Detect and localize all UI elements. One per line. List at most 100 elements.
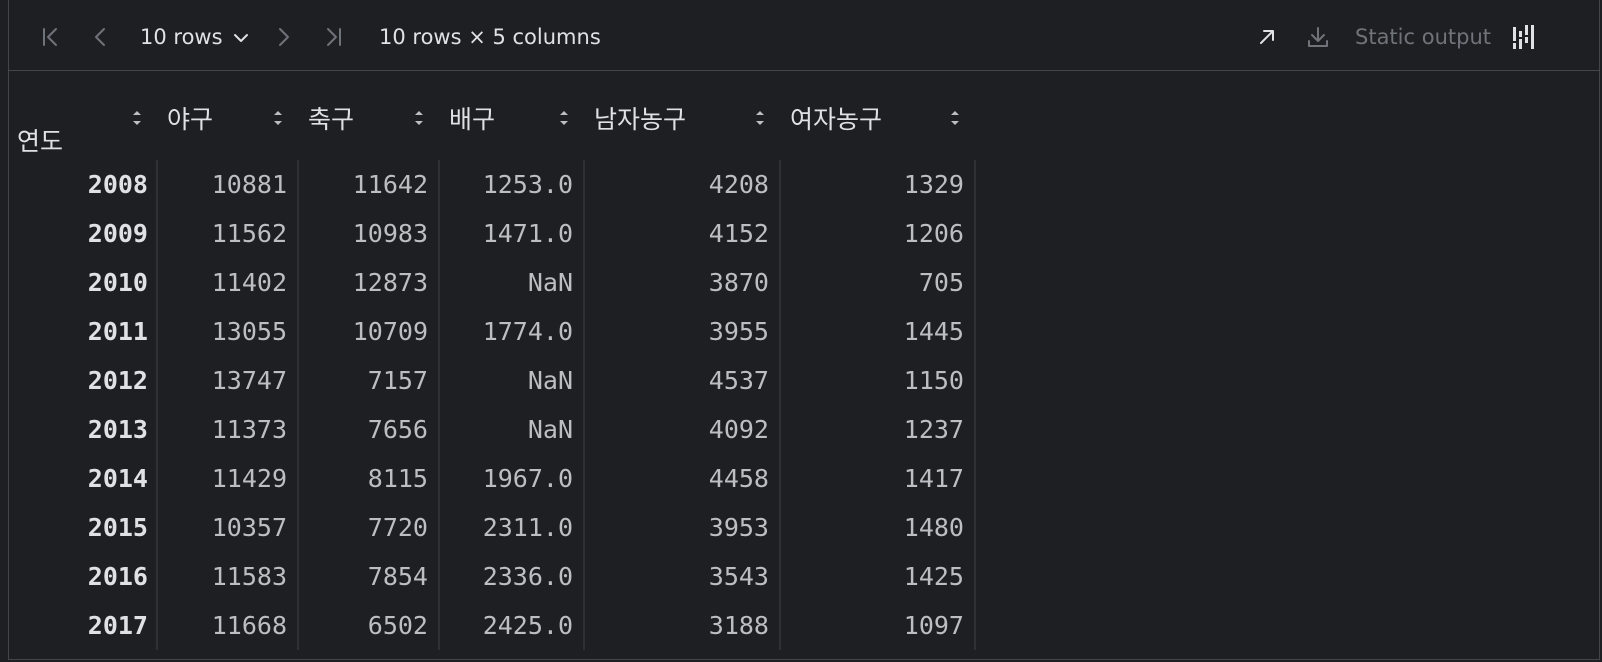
table-row: 2009 11562 10983 1471.0 4152 1206 xyxy=(17,209,976,258)
static-output-label: Static output xyxy=(1355,25,1491,49)
table-cell: 10357 xyxy=(157,503,299,552)
table-cell: 1253.0 xyxy=(439,160,585,209)
table-row: 2012 13747 7157 NaN 4537 1150 xyxy=(17,356,976,405)
column-header-label: 배구 xyxy=(449,105,496,134)
column-chart-icon[interactable] xyxy=(1508,22,1538,52)
table-cell: 11429 xyxy=(157,454,299,503)
table-cell: 7854 xyxy=(298,552,440,601)
table-cell: 2425.0 xyxy=(439,601,585,650)
sort-icon[interactable] xyxy=(949,107,961,129)
column-header-label: 남자농구 xyxy=(594,105,687,134)
next-page-icon[interactable] xyxy=(268,22,298,52)
table-cell: 705 xyxy=(780,258,976,307)
sort-icon[interactable] xyxy=(413,107,425,129)
column-header-label: 야구 xyxy=(167,105,214,134)
table-cell: 1425 xyxy=(780,552,976,601)
table-cell: 1150 xyxy=(780,356,976,405)
table-cell: 1774.0 xyxy=(439,307,585,356)
table-cell: 11402 xyxy=(157,258,299,307)
table-cell: 11562 xyxy=(157,209,299,258)
row-index: 2009 xyxy=(17,209,158,258)
table-cell: 1471.0 xyxy=(439,209,585,258)
rows-per-page-select[interactable]: 10 rows xyxy=(140,22,249,52)
table-cell: NaN xyxy=(439,405,585,454)
dataframe-viewer: 10 rows 10 rows × 5 columns Static outpu… xyxy=(8,0,1600,660)
table-cell: NaN xyxy=(439,356,585,405)
sort-icon[interactable] xyxy=(754,107,766,129)
table-cell: NaN xyxy=(439,258,585,307)
table-cell: 3188 xyxy=(584,601,781,650)
download-icon[interactable] xyxy=(1303,22,1333,52)
table-cell: 2311.0 xyxy=(439,503,585,552)
first-page-icon[interactable] xyxy=(36,22,66,52)
table-cell: 12873 xyxy=(298,258,440,307)
table-row: 2016 11583 7854 2336.0 3543 1425 xyxy=(17,552,976,601)
table-cell: 13055 xyxy=(157,307,299,356)
table-cell: 1480 xyxy=(780,503,976,552)
table-cell: 3543 xyxy=(584,552,781,601)
column-header[interactable]: 축구 xyxy=(298,82,439,160)
rows-per-page-label: 10 rows xyxy=(140,25,223,49)
table-cell: 1237 xyxy=(780,405,976,454)
table-cell: 1329 xyxy=(780,160,976,209)
table-cell: 4152 xyxy=(584,209,781,258)
table-cell: 6502 xyxy=(298,601,440,650)
row-index: 2015 xyxy=(17,503,158,552)
table-row: 2013 11373 7656 NaN 4092 1237 xyxy=(17,405,976,454)
table-row: 2008 10881 11642 1253.0 4208 1329 xyxy=(17,160,976,209)
table-dimensions: 10 rows × 5 columns xyxy=(379,25,601,49)
table-cell: 11668 xyxy=(157,601,299,650)
table-cell: 10709 xyxy=(298,307,440,356)
table-cell: 1967.0 xyxy=(439,454,585,503)
column-header-label: 축구 xyxy=(308,105,355,134)
table-cell: 2336.0 xyxy=(439,552,585,601)
row-index: 2014 xyxy=(17,454,158,503)
table-toolbar: 10 rows 10 rows × 5 columns Static outpu… xyxy=(9,0,1599,71)
last-page-icon[interactable] xyxy=(318,22,348,52)
chevron-down-icon xyxy=(233,25,249,49)
table-cell: 1206 xyxy=(780,209,976,258)
column-header-label: 여자농구 xyxy=(790,105,883,134)
table-cell: 4092 xyxy=(584,405,781,454)
table-cell: 11583 xyxy=(157,552,299,601)
row-index: 2013 xyxy=(17,405,158,454)
table-row: 2017 11668 6502 2425.0 3188 1097 xyxy=(17,601,976,650)
table-cell: 11373 xyxy=(157,405,299,454)
table-cell: 4458 xyxy=(584,454,781,503)
table-cell: 13747 xyxy=(157,356,299,405)
table-cell: 1097 xyxy=(780,601,976,650)
table-cell: 10983 xyxy=(298,209,440,258)
table-row: 2014 11429 8115 1967.0 4458 1417 xyxy=(17,454,976,503)
column-header[interactable]: 배구 xyxy=(439,82,584,160)
row-index: 2012 xyxy=(17,356,158,405)
table-cell: 3955 xyxy=(584,307,781,356)
sort-icon[interactable] xyxy=(558,107,570,129)
table-cell: 10881 xyxy=(157,160,299,209)
index-header[interactable]: 연도 xyxy=(17,82,157,160)
table-cell: 1417 xyxy=(780,454,976,503)
row-index: 2016 xyxy=(17,552,158,601)
index-header-label: 연도 xyxy=(17,127,64,156)
table-cell: 4208 xyxy=(584,160,781,209)
table-cell: 7656 xyxy=(298,405,440,454)
column-header[interactable]: 야구 xyxy=(157,82,298,160)
previous-page-icon[interactable] xyxy=(86,22,116,52)
table-cell: 3953 xyxy=(584,503,781,552)
table-header-row: 연도 야구 축구 배구 남자농구 여자농구 xyxy=(17,82,975,160)
table-cell: 4537 xyxy=(584,356,781,405)
row-index: 2017 xyxy=(17,601,158,650)
sort-icon[interactable] xyxy=(272,107,284,129)
table-row: 2011 13055 10709 1774.0 3955 1445 xyxy=(17,307,976,356)
table-cell: 8115 xyxy=(298,454,440,503)
table-row: 2010 11402 12873 NaN 3870 705 xyxy=(17,258,976,307)
table-row: 2015 10357 7720 2311.0 3953 1480 xyxy=(17,503,976,552)
open-in-new-icon[interactable] xyxy=(1252,22,1282,52)
table-cell: 1445 xyxy=(780,307,976,356)
column-header[interactable]: 남자농구 xyxy=(584,82,780,160)
row-index: 2011 xyxy=(17,307,158,356)
column-header[interactable]: 여자농구 xyxy=(780,82,975,160)
table-cell: 7720 xyxy=(298,503,440,552)
table-cell: 7157 xyxy=(298,356,440,405)
sort-icon[interactable] xyxy=(131,107,143,129)
row-index: 2010 xyxy=(17,258,158,307)
